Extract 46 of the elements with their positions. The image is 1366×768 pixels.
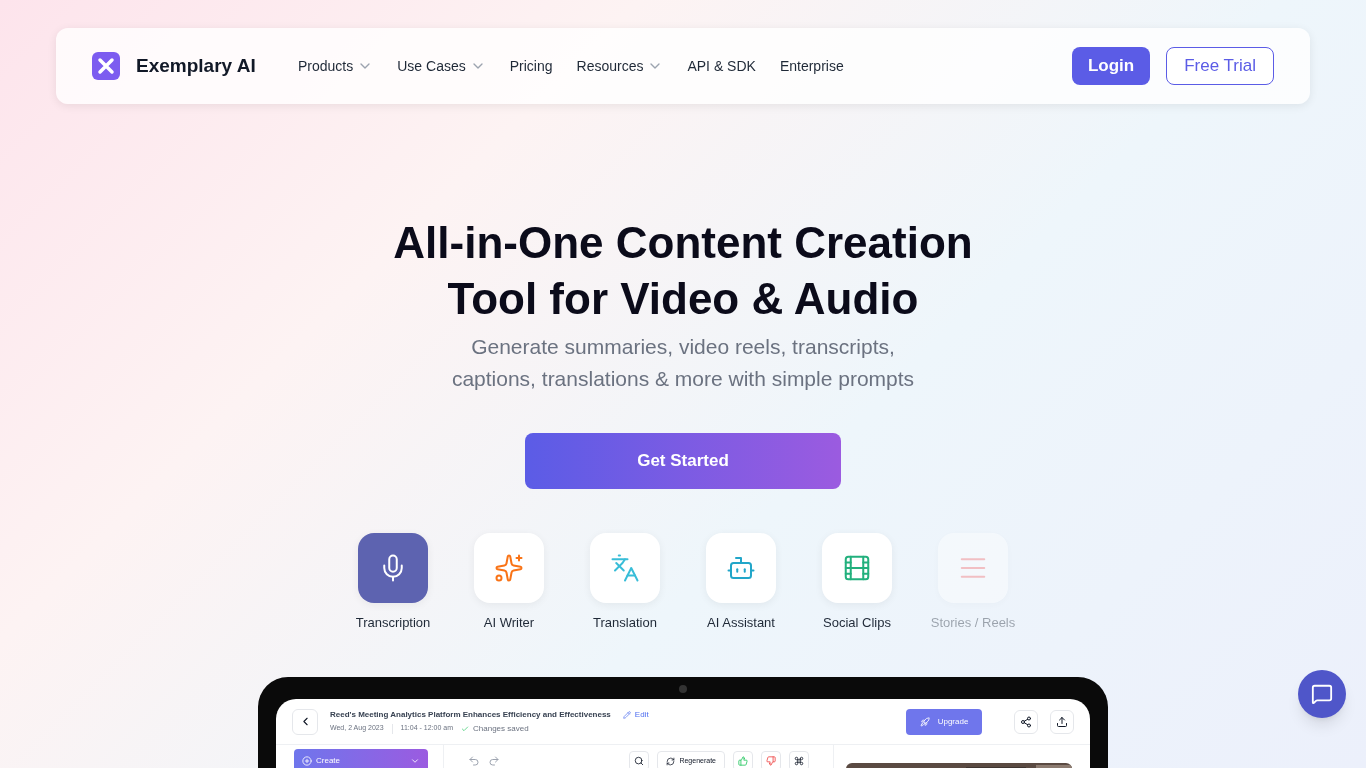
nav-link[interactable]: Enterprise <box>779 55 844 77</box>
get-started-button[interactable]: Get Started <box>525 433 841 489</box>
brand-name: Exemplary AI <box>136 53 256 78</box>
upgrade-button[interactable]: Upgrade <box>906 708 982 735</box>
feature-tab[interactable]: Social Clips <box>799 533 915 633</box>
chevron-down-icon <box>410 756 420 766</box>
plus-circle-icon <box>302 756 312 766</box>
sparkles-icon <box>494 553 524 583</box>
feature-tab[interactable]: Transcription <box>335 533 451 633</box>
rocket-icon <box>919 716 930 727</box>
nav-link[interactable]: Use Cases <box>397 55 486 77</box>
thumbs-down-icon <box>766 756 776 766</box>
nav-link[interactable]: Pricing <box>509 55 553 77</box>
chat-button[interactable] <box>1298 670 1346 718</box>
document-title: Reed's Meeting Analytics Platform Enhances Efficiency and Effectiveness <box>330 708 611 721</box>
save-status: Changes saved <box>461 722 529 735</box>
check-icon <box>461 724 469 733</box>
hero-title: All-in-One Content Creation Tool for Video & Audio <box>393 217 973 325</box>
nav-link[interactable]: Resources <box>576 55 664 77</box>
share-icon <box>1020 715 1032 728</box>
translate-icon <box>610 553 640 583</box>
search-button[interactable] <box>629 751 650 768</box>
pencil-icon <box>622 710 631 719</box>
export-button[interactable] <box>1050 709 1074 734</box>
refresh-icon <box>666 756 676 766</box>
hero-subtitle: Generate summaries, video reels, transcripts, captions, translations & more with simple prompts <box>451 334 915 392</box>
share-button[interactable] <box>1014 709 1038 734</box>
edit-link[interactable]: Edit <box>622 708 649 721</box>
search-icon <box>634 756 645 766</box>
chat-icon <box>1311 683 1333 705</box>
command-button[interactable] <box>789 751 809 768</box>
logo-icon <box>92 52 120 80</box>
feature-tab[interactable]: AI Writer <box>451 533 567 633</box>
thumbs-up-icon <box>738 756 748 766</box>
command-icon <box>794 756 804 766</box>
film-icon <box>842 553 872 583</box>
login-button[interactable]: Login <box>1071 47 1151 85</box>
feature-tab[interactable]: AI Assistant <box>683 533 799 633</box>
free-trial-button[interactable]: Free Trial <box>1166 47 1274 85</box>
nav-link[interactable]: Products <box>298 55 374 77</box>
upload-icon <box>1056 715 1068 728</box>
feature-tab[interactable]: Translation <box>567 533 683 633</box>
create-button[interactable]: Create <box>294 749 428 768</box>
thumbs-up-button[interactable] <box>733 751 753 768</box>
thumbs-down-button[interactable] <box>761 751 781 768</box>
nav-link[interactable]: API & SDK <box>687 55 756 77</box>
